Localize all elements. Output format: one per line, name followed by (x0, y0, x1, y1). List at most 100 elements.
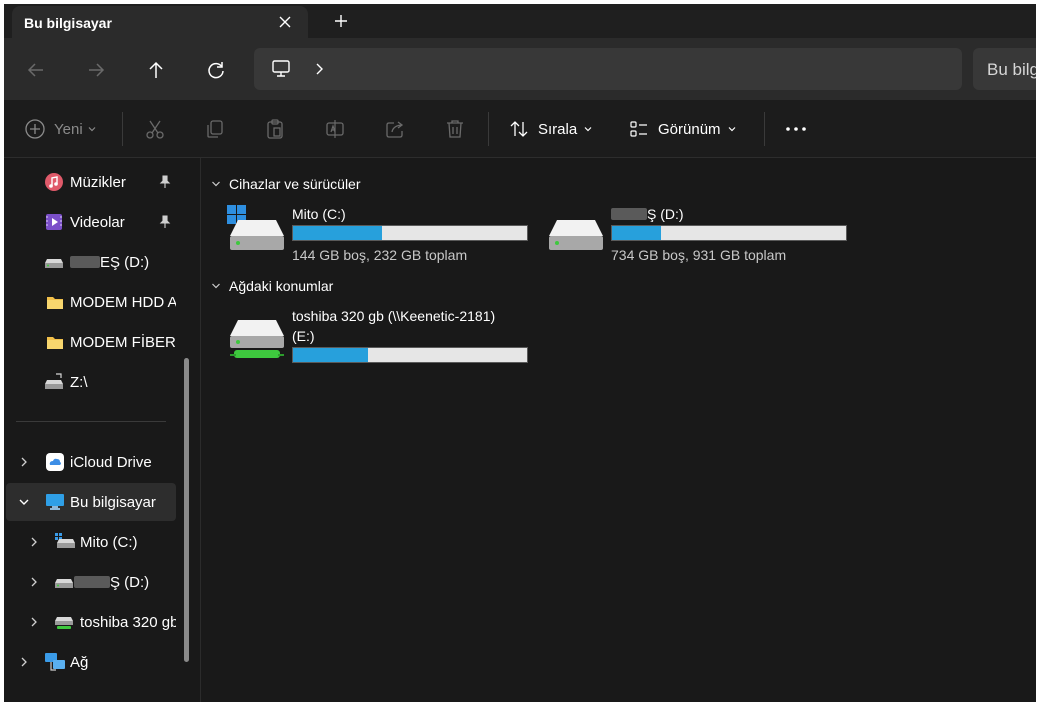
chevron-right-icon[interactable] (28, 536, 40, 548)
pin-icon[interactable] (158, 215, 172, 229)
chevron-right-icon[interactable] (312, 62, 326, 76)
sidebar-item-label: EŞ (D:) (100, 253, 150, 271)
tab-bar: Bu bilgisayar (4, 4, 1036, 38)
network-icon (45, 653, 65, 671)
system-drive-icon (227, 205, 284, 250)
sidebar-item-music[interactable]: Müzikler (4, 163, 176, 201)
sidebar-divider (16, 421, 166, 422)
drive-icon (549, 220, 603, 250)
drive-usage-fill (293, 226, 382, 240)
sidebar-item-this-pc[interactable]: Bu bilgisayar (6, 483, 176, 521)
forward-arrow-icon[interactable] (84, 58, 108, 82)
delete-icon[interactable] (444, 118, 466, 140)
sidebar-item-label: Müzikler (70, 173, 126, 191)
sidebar-scrollbar[interactable] (184, 358, 189, 662)
share-icon[interactable] (384, 118, 406, 140)
redacted-text (74, 576, 110, 588)
close-icon[interactable] (274, 11, 296, 33)
plus-circle-icon (25, 119, 45, 139)
sidebar-item-label: MODEM FİBER A (70, 333, 176, 351)
sidebar-item-drive-d-tree[interactable]: Ş (D:) (4, 563, 176, 601)
navigation-bar: Bu bilgisayar (4, 38, 1036, 100)
navigation-pane: Müzikler Videolar EŞ (D:) MODEM HDD A MO… (4, 158, 201, 702)
pin-icon[interactable] (158, 175, 172, 189)
sidebar-item-label: MODEM HDD A (70, 293, 176, 311)
search-box[interactable]: Bu bilgisayar (973, 48, 1036, 90)
view-button[interactable]: Görünüm (628, 118, 737, 140)
sidebar-item-videos[interactable]: Videolar (4, 203, 176, 241)
sidebar-item-network-drive-e[interactable]: toshiba 320 gb (4, 603, 176, 641)
up-arrow-icon[interactable] (144, 58, 168, 82)
group-header-devices[interactable]: Cihazlar ve sürücüler (211, 176, 361, 192)
sidebar-item-drive-z[interactable]: Z:\ (4, 363, 176, 401)
tab-title: Bu bilgisayar (24, 15, 112, 31)
paste-icon[interactable] (264, 118, 286, 140)
drive-tile-c[interactable]: Mito (C:) 144 GB boş, 232 GB toplam (226, 204, 536, 274)
drive-icon (45, 259, 63, 268)
group-header-network-locations[interactable]: Ağdaki konumlar (211, 278, 333, 294)
search-input[interactable]: Bu bilgisayar (987, 60, 1036, 80)
icloud-icon (46, 453, 64, 471)
toolbar-separator (122, 112, 123, 146)
sort-button-label: Sırala (538, 120, 578, 138)
sidebar-item-drive-d[interactable]: EŞ (D:) (4, 243, 176, 281)
network-drive-icon (55, 617, 73, 629)
cut-icon[interactable] (144, 118, 166, 140)
view-icon (630, 121, 647, 137)
video-icon (46, 214, 62, 230)
drive-letter: (E:) (292, 328, 315, 344)
refresh-icon[interactable] (204, 58, 228, 82)
back-arrow-icon[interactable] (24, 58, 48, 82)
chevron-down-icon[interactable] (18, 496, 30, 508)
system-drive-icon (55, 533, 75, 548)
toolbar-separator (764, 112, 765, 146)
drive-tile-d[interactable]: Ş (D:) 734 GB boş, 931 GB toplam (545, 204, 855, 274)
sidebar-item-label: Mito (C:) (80, 533, 138, 551)
drive-name: Ş (D:) (647, 206, 684, 222)
drive-space-info: 144 GB boş, 232 GB toplam (292, 247, 468, 263)
sidebar-item-modem-hdd[interactable]: MODEM HDD A (4, 283, 176, 321)
folder-icon (47, 337, 63, 349)
new-button[interactable]: Yeni (24, 118, 97, 140)
sidebar-item-label: Z:\ (70, 373, 88, 391)
chevron-down-icon (212, 181, 220, 187)
sidebar-item-drive-c[interactable]: Mito (C:) (4, 523, 176, 561)
drive-tile-e[interactable]: toshiba 320 gb (\\Keenetic-2181) (E:) (226, 306, 536, 366)
sidebar-item-icloud[interactable]: iCloud Drive (4, 443, 176, 481)
copy-icon[interactable] (204, 118, 226, 140)
tab-this-pc[interactable]: Bu bilgisayar (12, 6, 308, 38)
content-pane: Cihazlar ve sürücüler Mito (C:) 144 GB b… (201, 158, 1036, 702)
drive-name: Mito (C:) (292, 206, 346, 222)
sidebar-item-label: Videolar (70, 213, 125, 231)
group-title: Cihazlar ve sürücüler (229, 176, 361, 192)
chevron-down-icon (728, 127, 735, 132)
drive-usage-fill (293, 348, 368, 362)
sidebar-item-label: iCloud Drive (70, 453, 152, 471)
sidebar-item-label: Bu bilgisayar (70, 493, 156, 511)
network-drive-icon (45, 373, 63, 389)
chevron-down-icon (212, 283, 220, 289)
sidebar-item-modem-fiber[interactable]: MODEM FİBER A (4, 323, 176, 361)
folder-icon (47, 297, 63, 309)
sidebar-item-label: Ş (D:) (110, 573, 150, 591)
drive-usage-bar (292, 225, 528, 241)
address-bar[interactable] (254, 48, 962, 90)
new-tab-icon[interactable] (330, 10, 352, 32)
chevron-right-icon[interactable] (18, 656, 30, 668)
file-explorer-window: Bu bilgisayar Bu bilg Yeni Sırala Görünü… (4, 4, 1036, 702)
sidebar-item-network[interactable]: Ağ (4, 643, 176, 681)
chevron-right-icon[interactable] (18, 456, 30, 468)
chevron-right-icon[interactable] (28, 616, 40, 628)
view-button-label: Görünüm (658, 120, 721, 138)
rename-icon[interactable] (324, 118, 346, 140)
redacted-text (70, 256, 100, 268)
computer-icon (272, 60, 290, 77)
drive-space-info: 734 GB boş, 931 GB toplam (611, 247, 787, 263)
sort-button[interactable]: Sırala (508, 118, 593, 140)
more-options-icon[interactable] (784, 118, 808, 140)
drive-usage-bar (292, 347, 528, 363)
sidebar-item-label: toshiba 320 gb (80, 613, 176, 631)
computer-icon (46, 494, 64, 510)
chevron-right-icon[interactable] (28, 576, 40, 588)
drive-name: toshiba 320 gb (\\Keenetic-2181) (292, 308, 496, 324)
